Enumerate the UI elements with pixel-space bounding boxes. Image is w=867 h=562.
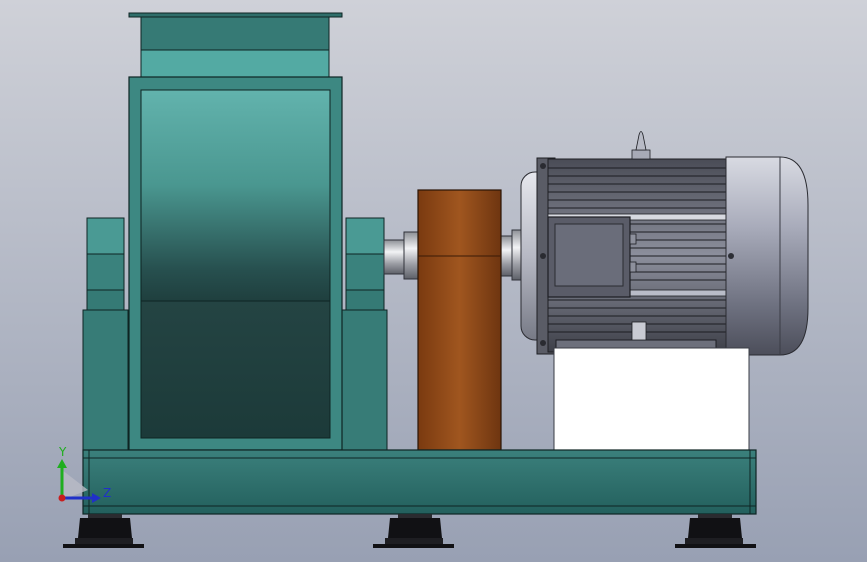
coupling-guard: [417, 189, 502, 451]
left-bearing-pedestal: [82, 217, 129, 451]
inlet-transition: [140, 49, 330, 78]
motor-end-cap: [725, 156, 809, 356]
electric-motor[interactable]: [520, 131, 809, 356]
z-axis-label: Z: [103, 486, 111, 500]
motor-mount-block: [553, 347, 750, 451]
inlet-duct: [140, 16, 330, 51]
inlet-flange: [128, 12, 343, 18]
x-axis-origin: [58, 494, 66, 502]
fan-housing-panel-upper: [140, 89, 331, 302]
cad-drawing: Y Z: [0, 0, 867, 562]
fan-housing-panel-lower: [140, 300, 331, 439]
base-frame: [82, 449, 757, 515]
fan-assembly[interactable]: [82, 12, 388, 451]
cad-viewport[interactable]: Y Z: [0, 0, 867, 562]
right-bearing-pedestal: [341, 217, 388, 451]
y-axis-label: Y: [58, 445, 67, 459]
